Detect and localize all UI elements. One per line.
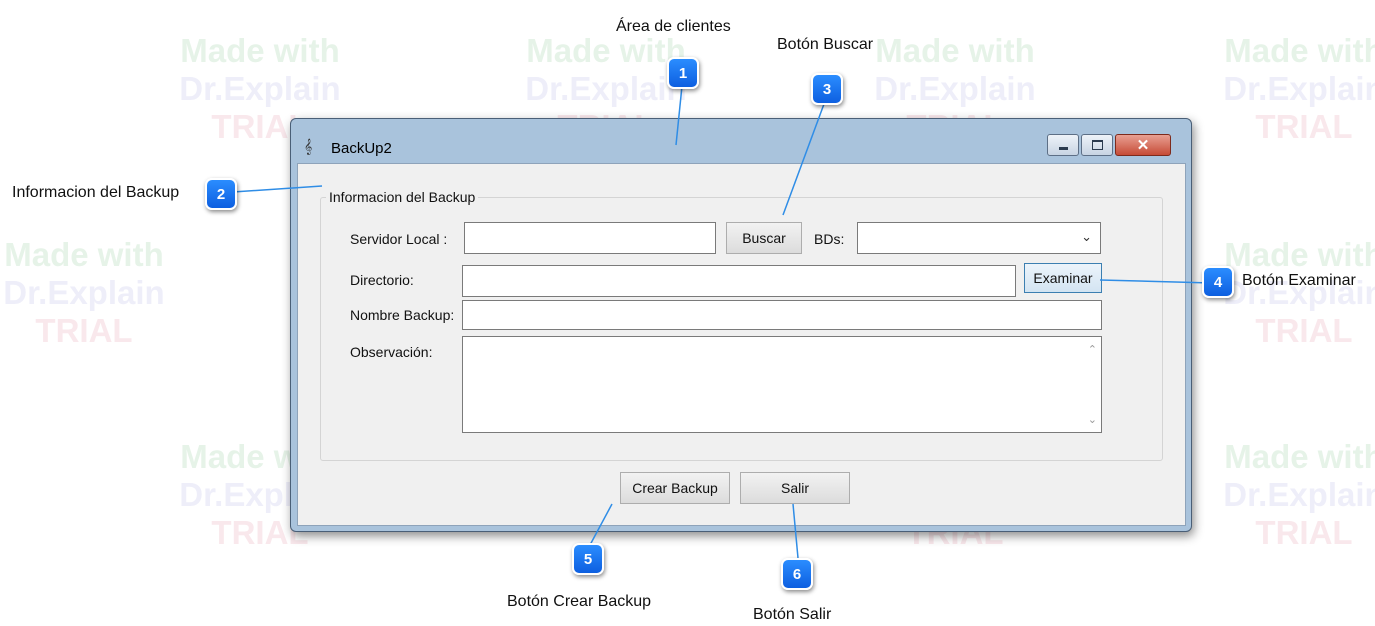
callout-badge-6: 6: [781, 558, 813, 590]
callout-label-5: Botón Crear Backup: [507, 593, 652, 610]
callout-label-1: Área de clientes: [616, 18, 731, 35]
callout-badge-3: 3: [811, 73, 843, 105]
callout-label-3: Botón Buscar: [777, 36, 874, 53]
callout-badge-1: 1: [667, 57, 699, 89]
callout-connectors: [232, 85, 1213, 559]
connector-1: [675, 85, 683, 146]
connector-3: [782, 103, 825, 216]
connector-2: [232, 185, 323, 193]
callout-label-4: Botón Examinar: [1242, 272, 1356, 289]
callout-label-6: Botón Salir: [753, 606, 832, 623]
connector-4: [1099, 279, 1213, 284]
connector-5: [589, 503, 613, 546]
callout-badge-4: 4: [1202, 266, 1234, 298]
connector-6: [792, 503, 799, 559]
callout-label-2: Informacion del Backup: [12, 184, 180, 201]
callout-badge-2: 2: [205, 178, 237, 210]
callout-badge-5: 5: [572, 543, 604, 575]
